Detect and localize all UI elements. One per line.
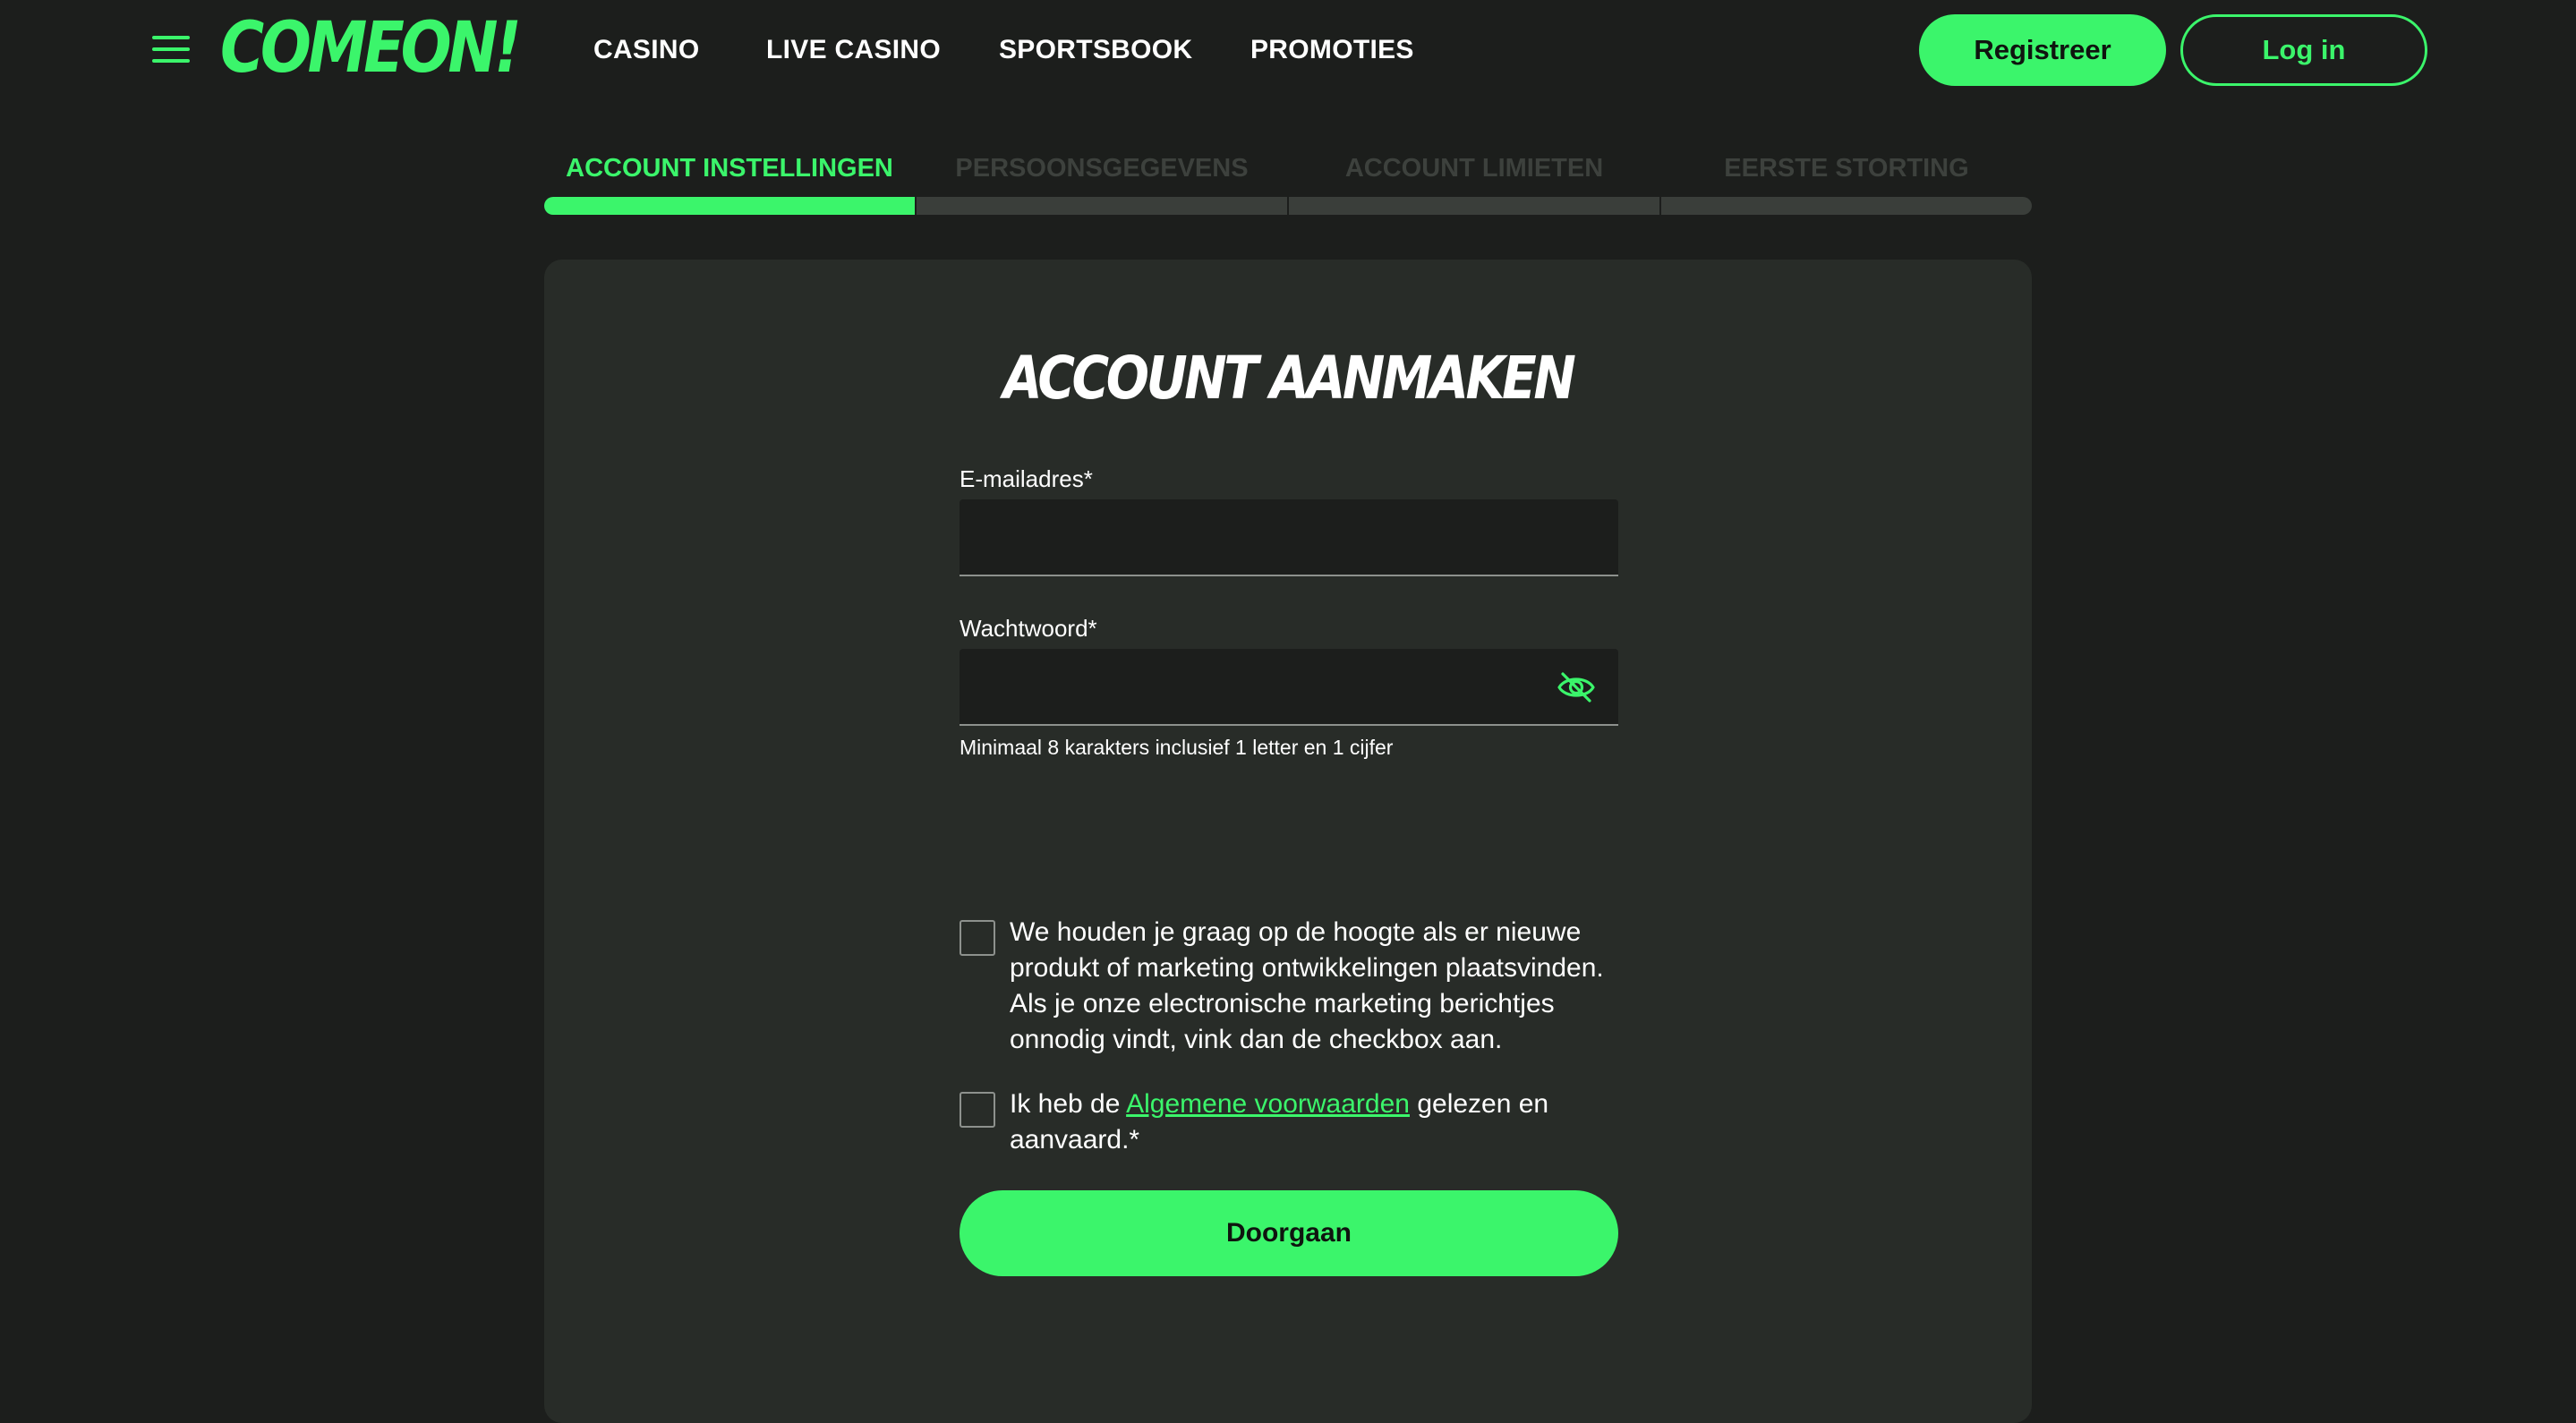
step-label: ACCOUNT LIMIETEN	[1344, 154, 1604, 183]
login-button[interactable]: Log in	[2180, 14, 2427, 86]
step-label: PERSOONSGEGEVENS	[955, 154, 1249, 183]
nav-item-sportsbook[interactable]: SPORTSBOOK	[999, 32, 1192, 68]
password-label: Wachtwoord*	[960, 615, 1097, 642]
nav-item-live-casino[interactable]: LIVE CASINO	[766, 32, 941, 68]
nav-item-promoties[interactable]: PROMOTIES	[1250, 32, 1414, 68]
terms-consent-text: Ik heb de Algemene voorwaarden gelezen e…	[1010, 1086, 1627, 1158]
nav-item-casino[interactable]: CASINO	[593, 32, 699, 68]
email-input[interactable]	[960, 499, 1618, 576]
step-progress-bar	[1289, 197, 1659, 215]
page-title: ACCOUNT AANMAKEN	[1002, 344, 1576, 413]
terms-link[interactable]: Algemene voorwaarden	[1126, 1089, 1410, 1119]
step-progress-bar	[544, 197, 915, 215]
step-progress-bar	[1661, 197, 2032, 215]
step-progress-bar	[917, 197, 1287, 215]
step-account-instellingen[interactable]: ACCOUNT INSTELLINGEN	[544, 143, 915, 215]
step-label: ACCOUNT INSTELLINGEN	[566, 154, 893, 183]
registration-steps: ACCOUNT INSTELLINGEN PERSOONSGEGEVENS AC…	[544, 143, 2032, 215]
register-button[interactable]: Registreer	[1919, 14, 2166, 86]
email-label: E-mailadres*	[960, 465, 1093, 492]
hamburger-menu-icon[interactable]	[152, 36, 190, 63]
eye-slash-icon[interactable]	[1556, 669, 1597, 705]
password-hint: Minimaal 8 karakters inclusief 1 letter …	[960, 736, 1394, 759]
terms-checkbox[interactable]	[960, 1092, 995, 1128]
continue-button[interactable]: Doorgaan	[960, 1190, 1618, 1276]
step-account-limieten[interactable]: ACCOUNT LIMIETEN	[1289, 143, 1659, 215]
site-header: COMEON! CASINO LIVE CASINO SPORTSBOOK PR…	[0, 0, 2576, 98]
marketing-checkbox[interactable]	[960, 920, 995, 956]
marketing-consent-text: We houden je graag op de hoogte als er n…	[1010, 917, 1604, 1054]
step-eerste-storting[interactable]: EERSTE STORTING	[1661, 143, 2032, 215]
terms-prefix: Ik heb de	[1010, 1089, 1127, 1119]
password-input[interactable]	[960, 649, 1618, 726]
registration-card: ACCOUNT AANMAKEN E-mailadres* Wachtwoord…	[544, 260, 2032, 1423]
comeon-logo[interactable]: COMEON!	[220, 13, 522, 84]
step-persoonsgegevens[interactable]: PERSOONSGEGEVENS	[917, 143, 1287, 215]
step-label: EERSTE STORTING	[1724, 154, 1969, 183]
